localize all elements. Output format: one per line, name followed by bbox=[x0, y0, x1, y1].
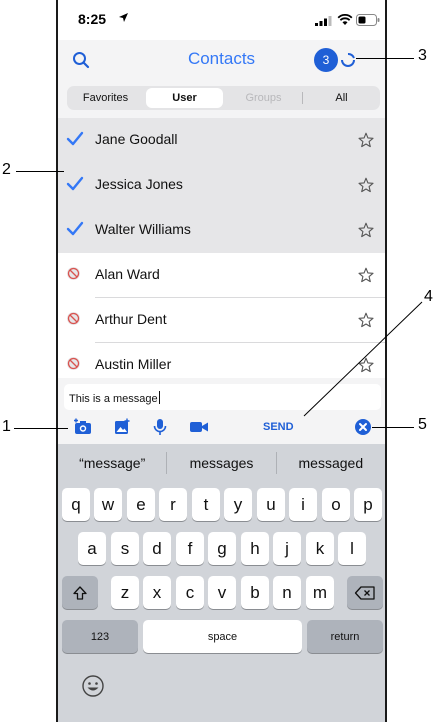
key-i[interactable]: i bbox=[289, 488, 317, 521]
contact-row[interactable]: Jane Goodall bbox=[58, 118, 385, 163]
suggestion-item[interactable]: “message” bbox=[58, 455, 166, 471]
key-e[interactable]: e bbox=[127, 488, 155, 521]
key-s[interactable]: s bbox=[111, 532, 139, 565]
callout-label-5: 5 bbox=[418, 416, 427, 433]
contact-name: Jessica Jones bbox=[95, 176, 183, 192]
contact-name: Austin Miller bbox=[95, 356, 172, 372]
suggestion-item[interactable]: messaged bbox=[277, 455, 385, 471]
shift-icon bbox=[73, 585, 87, 600]
backspace-icon bbox=[354, 585, 375, 600]
send-button[interactable]: SEND bbox=[263, 421, 294, 433]
segmented-control: Favorites User Groups All bbox=[67, 86, 380, 110]
shift-key[interactable] bbox=[62, 576, 98, 609]
segment-favorites[interactable]: Favorites bbox=[67, 86, 144, 110]
checkmark-icon bbox=[66, 221, 84, 236]
star-outline-icon[interactable] bbox=[358, 267, 374, 283]
segment-groups: Groups bbox=[245, 92, 282, 104]
camera-icon[interactable] bbox=[73, 418, 93, 436]
key-m[interactable]: m bbox=[306, 576, 334, 609]
contact-name: Jane Goodall bbox=[95, 131, 178, 147]
status-time: 8:25 bbox=[78, 11, 107, 27]
emoji-icon[interactable] bbox=[81, 674, 105, 698]
key-t[interactable]: t bbox=[192, 488, 220, 521]
key-y[interactable]: y bbox=[224, 488, 252, 521]
filter-bar: Favorites User Groups All bbox=[58, 82, 385, 118]
key-a[interactable]: a bbox=[78, 532, 106, 565]
key-o[interactable]: o bbox=[322, 488, 350, 521]
key-w[interactable]: w bbox=[94, 488, 122, 521]
key-k[interactable]: k bbox=[306, 532, 334, 565]
callout-line-1 bbox=[14, 428, 68, 429]
location-arrow-icon bbox=[119, 13, 128, 22]
callout-line-5 bbox=[372, 427, 414, 428]
suggestion-item[interactable]: messages bbox=[167, 455, 275, 471]
contact-name: Walter Williams bbox=[95, 221, 191, 237]
key-f[interactable]: f bbox=[176, 532, 204, 565]
backspace-key[interactable] bbox=[347, 576, 383, 609]
checkmark-icon bbox=[66, 176, 84, 191]
key-z[interactable]: z bbox=[111, 576, 139, 609]
numbers-key[interactable]: 123 bbox=[62, 620, 138, 653]
contact-row[interactable]: Walter Williams bbox=[58, 208, 385, 253]
wifi-icon bbox=[337, 14, 353, 25]
key-h[interactable]: h bbox=[241, 532, 269, 565]
key-v[interactable]: v bbox=[208, 576, 236, 609]
callout-line-2 bbox=[16, 171, 64, 172]
video-camera-icon[interactable] bbox=[189, 418, 209, 436]
checkmark-icon bbox=[66, 131, 84, 146]
key-q[interactable]: q bbox=[62, 488, 90, 521]
callout-label-1: 1 bbox=[2, 418, 11, 435]
contact-row[interactable]: Alan Ward bbox=[58, 253, 385, 298]
contact-row[interactable]: Jessica Jones bbox=[58, 163, 385, 208]
segment-all[interactable]: All bbox=[303, 86, 380, 110]
status-bar: 8:25 bbox=[58, 0, 385, 40]
refresh-icon[interactable] bbox=[339, 51, 357, 69]
space-key[interactable]: space bbox=[143, 620, 302, 653]
key-u[interactable]: u bbox=[257, 488, 285, 521]
key-l[interactable]: l bbox=[338, 532, 366, 565]
star-outline-icon[interactable] bbox=[358, 177, 374, 193]
return-key[interactable]: return bbox=[307, 620, 383, 653]
nav-header: Contacts 3 bbox=[58, 40, 385, 82]
star-outline-icon[interactable] bbox=[358, 132, 374, 148]
message-value: This is a message bbox=[69, 393, 158, 405]
callout-label-2: 2 bbox=[2, 161, 11, 178]
contact-name: Arthur Dent bbox=[95, 311, 167, 327]
callout-label-3: 3 bbox=[418, 47, 427, 64]
contact-name: Alan Ward bbox=[95, 266, 160, 282]
star-outline-icon[interactable] bbox=[358, 222, 374, 238]
segment-user[interactable]: User bbox=[146, 88, 223, 108]
callout-line-3 bbox=[356, 58, 414, 59]
key-r[interactable]: r bbox=[159, 488, 187, 521]
key-b[interactable]: b bbox=[241, 576, 269, 609]
message-text: This is a message bbox=[69, 391, 160, 405]
page: { "status_bar": {"time": "8:25"}, "heade… bbox=[0, 0, 434, 722]
keyboard: “message” messages messaged q w e r t y … bbox=[58, 444, 385, 722]
key-p[interactable]: p bbox=[354, 488, 382, 521]
key-x[interactable]: x bbox=[143, 576, 171, 609]
battery-icon bbox=[356, 14, 380, 26]
selected-count-badge[interactable]: 3 bbox=[314, 48, 338, 72]
cellular-signal-icon bbox=[315, 16, 332, 26]
unavailable-icon bbox=[67, 267, 80, 280]
unavailable-icon bbox=[67, 312, 80, 325]
callout-line-4 bbox=[303, 301, 423, 417]
unavailable-icon bbox=[67, 357, 80, 370]
microphone-icon[interactable] bbox=[152, 418, 168, 436]
clear-circle-icon[interactable] bbox=[354, 418, 372, 436]
text-caret bbox=[158, 391, 160, 404]
key-d[interactable]: d bbox=[143, 532, 171, 565]
photo-library-icon[interactable] bbox=[113, 418, 131, 436]
key-c[interactable]: c bbox=[176, 576, 204, 609]
key-j[interactable]: j bbox=[273, 532, 301, 565]
key-n[interactable]: n bbox=[273, 576, 301, 609]
suggestion-bar: “message” messages messaged bbox=[58, 444, 385, 482]
key-g[interactable]: g bbox=[208, 532, 236, 565]
